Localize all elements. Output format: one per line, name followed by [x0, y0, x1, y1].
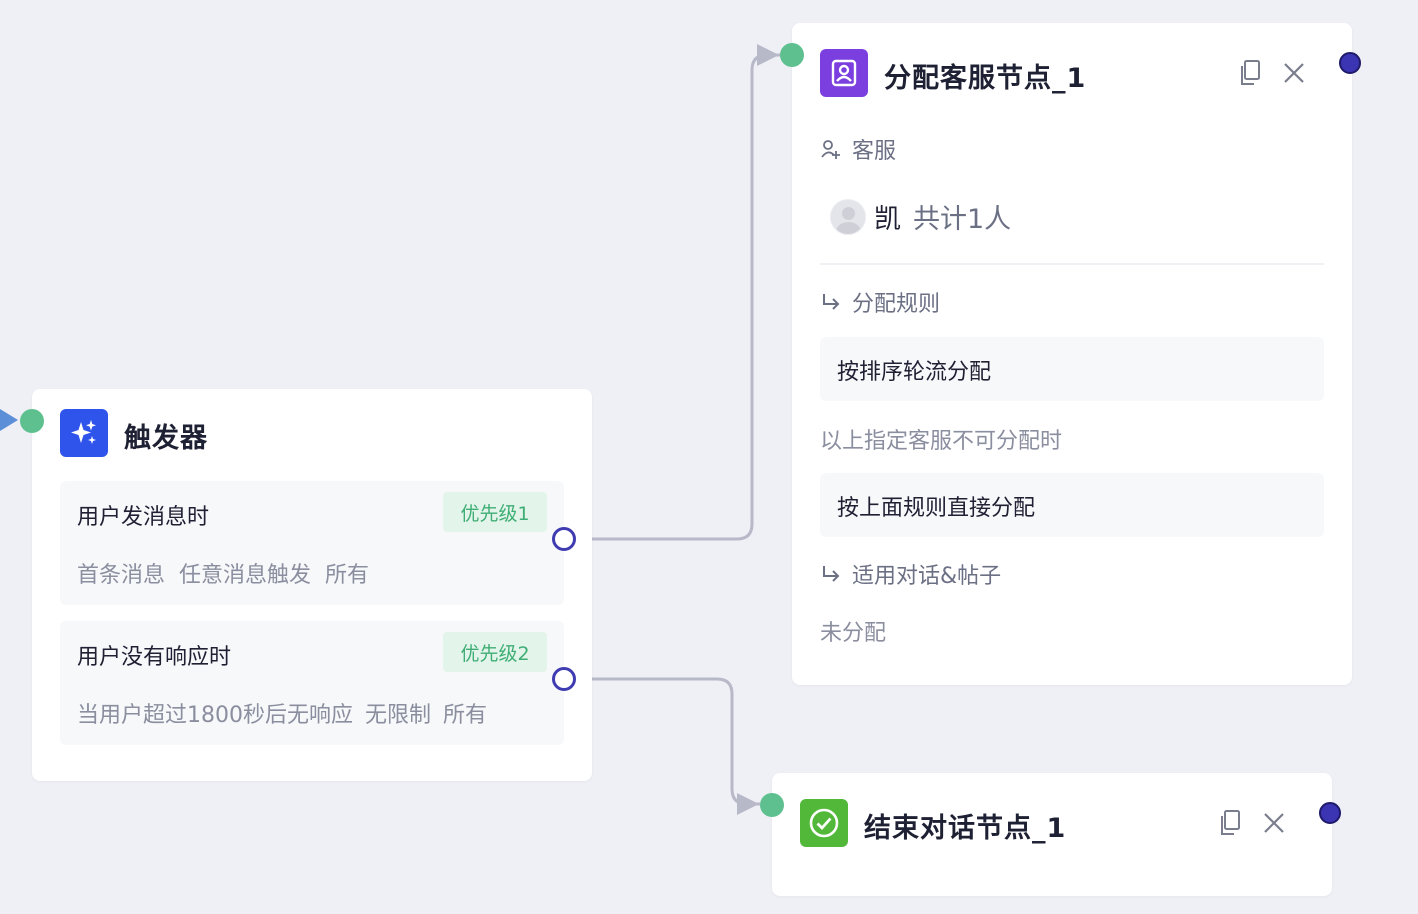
scope-value: 未分配: [820, 621, 887, 646]
scope-section-label: 适用对话&帖子: [820, 558, 1001, 590]
priority-badge: 优先级2: [443, 632, 547, 672]
wire-trigger-row1-to-assign: [576, 53, 780, 541]
fallback-select-value: 按上面规则直接分配: [837, 496, 1036, 521]
agent-count: 共计1人: [913, 204, 1012, 235]
section-divider: [820, 263, 1324, 265]
trigger-condition: 所有: [443, 703, 488, 728]
trigger-row2-output-port[interactable]: [552, 667, 576, 691]
rule-section-label: 分配规则: [820, 286, 940, 318]
fallback-label: 以上指定客服不可分配时: [820, 429, 1063, 454]
trigger-row-no-response[interactable]: 用户没有响应时 优先级2 当用户超过1800秒后无响应 无限制 所有: [60, 621, 564, 745]
scope-section-text: 适用对话&帖子: [852, 564, 1002, 589]
trigger-row-label: 用户没有响应时: [77, 645, 232, 670]
copy-icon[interactable]: [1235, 58, 1265, 88]
close-icon[interactable]: [1259, 808, 1289, 838]
trigger-row1-output-port[interactable]: [552, 527, 576, 551]
wire-arrowhead-assign: [757, 44, 779, 66]
end-input-port[interactable]: [760, 793, 784, 817]
agent-section-text: 客服: [852, 139, 897, 164]
trigger-condition: 首条消息: [77, 563, 166, 588]
agent-list[interactable]: 凯 共计1人: [830, 197, 1011, 236]
avatar: [830, 198, 866, 235]
trigger-row-message[interactable]: 用户发消息时 优先级1 首条消息 任意消息触发 所有: [60, 481, 564, 605]
check-circle-icon: [800, 799, 848, 847]
end-conversation-node-card[interactable]: 结束对话节点_1: [772, 773, 1332, 896]
agent-name: 凯: [874, 204, 901, 235]
agent-badge-icon: [820, 49, 868, 97]
assign-input-port[interactable]: [780, 43, 804, 67]
trigger-condition: 任意消息触发: [179, 563, 312, 588]
trigger-input-port[interactable]: [20, 409, 44, 433]
trigger-row-desc: 首条消息 任意消息触发 所有: [77, 557, 369, 589]
end-output-port[interactable]: [1319, 802, 1341, 824]
agent-section-label: 客服: [820, 133, 896, 165]
assign-output-port[interactable]: [1339, 52, 1361, 74]
corner-arrow-icon: [823, 294, 840, 310]
sparkle-icon: [60, 409, 108, 457]
trigger-node-title: 触发器: [124, 423, 208, 454]
trigger-row-label: 用户发消息时: [77, 505, 210, 530]
incoming-wire-arrowhead: [0, 409, 18, 431]
end-node-title: 结束对话节点_1: [864, 813, 1067, 844]
trigger-condition: 所有: [325, 563, 370, 588]
rule-select-value: 按排序轮流分配: [837, 360, 992, 385]
trigger-condition: 无限制: [365, 703, 432, 728]
trigger-condition: 当用户超过1800秒后无响应: [77, 703, 353, 728]
assign-agent-node-card[interactable]: 分配客服节点_1 客服 凯 共计1人 分配规则 按排序轮流分配 以上指定客服不可…: [792, 23, 1352, 685]
corner-arrow-icon: [823, 566, 840, 582]
copy-icon[interactable]: [1215, 808, 1245, 838]
rule-select[interactable]: 按排序轮流分配: [820, 337, 1324, 401]
fallback-select[interactable]: 按上面规则直接分配: [820, 473, 1324, 537]
rule-section-text: 分配规则: [852, 292, 941, 317]
assign-node-title: 分配客服节点_1: [884, 63, 1087, 94]
add-user-icon: [821, 140, 840, 159]
wire-arrowhead-end: [737, 793, 759, 815]
wire-trigger-row2-to-end: [576, 677, 760, 806]
close-icon[interactable]: [1279, 58, 1309, 88]
priority-badge: 优先级1: [443, 492, 547, 532]
trigger-node-card[interactable]: 触发器 用户发消息时 优先级1 首条消息 任意消息触发 所有 用户没有响应时 优…: [32, 389, 592, 781]
trigger-row-desc: 当用户超过1800秒后无响应 无限制 所有: [77, 697, 487, 729]
